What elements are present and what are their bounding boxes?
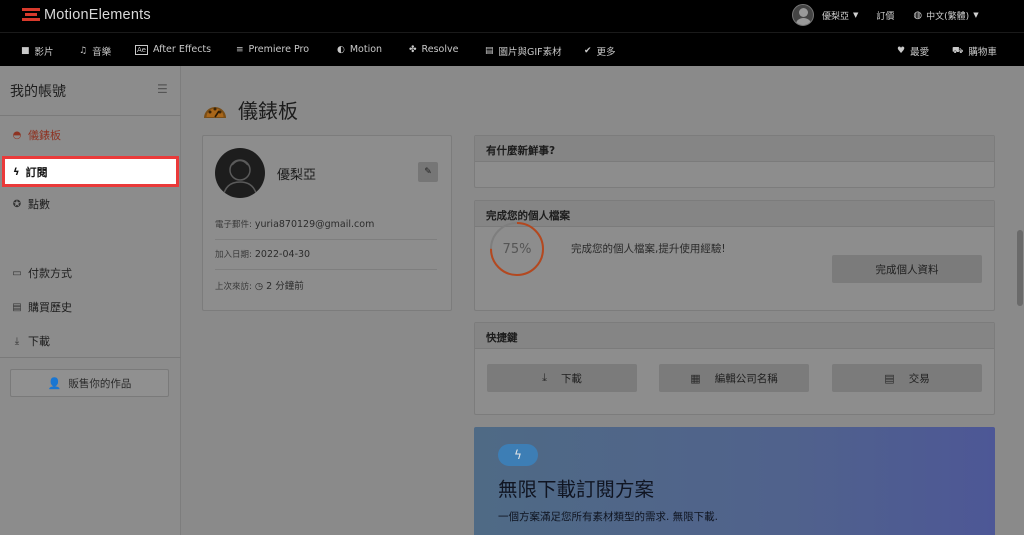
subscription-promo-banner[interactable]: ϟ 無限下載訂閱方案 一個方案滿足您所有素材類型的需求. 無限下載.: [474, 427, 995, 535]
sell-your-work-button[interactable]: 👤 販售你的作品: [10, 369, 169, 397]
sidebar-item-payment[interactable]: ▭ 付款方式: [10, 265, 72, 281]
nav-cart[interactable]: ⛟ 購物車: [952, 44, 997, 59]
user-icon: 👤: [47, 376, 62, 390]
receipt-icon: ▤: [884, 371, 895, 385]
card-title: 有什麼新鮮事?: [475, 136, 994, 162]
card-title: 完成您的個人檔案: [475, 201, 994, 227]
top-bar: MotionElements 優梨亞 ▼ 訂價 ◍ 中文(繁體) ▼: [0, 0, 1024, 32]
sidebar-item-purchase-history[interactable]: ▤ 購買歷史: [10, 299, 72, 315]
music-icon: ♫: [79, 46, 88, 56]
subscribe-link[interactable]: 訂價: [876, 9, 894, 22]
category-nav: ■ 影片 ♫ 音樂 Ae After Effects ≡ Premiere Pro ◐ M…: [0, 32, 1024, 66]
profile-last-visit-row: 上次來訪: ◷ 2 分鐘前: [215, 281, 304, 292]
star-icon: ✪: [12, 198, 22, 210]
credit-card-icon: ▭: [12, 267, 22, 279]
promo-title: 無限下載訂閱方案: [498, 478, 655, 501]
profile-joined-date: 2022-04-30: [254, 249, 311, 260]
nav-premiere-pro[interactable]: ≡ Premiere Pro: [236, 44, 309, 55]
logo-icon: [22, 8, 40, 22]
shortcuts-card: 快捷鍵 ⤓ 下載 ▦ 編輯公司名稱 ▤ 交易: [474, 322, 995, 415]
dashboard-icon: ◓: [12, 129, 22, 141]
lightning-icon: ϟ: [498, 444, 538, 466]
promo-subtitle: 一個方案滿足您所有素材類型的需求. 無限下載.: [498, 511, 719, 523]
motion-icon: ◐: [337, 44, 345, 55]
shortcut-transactions-button[interactable]: ▤ 交易: [832, 364, 982, 392]
receipt-icon: ▤: [12, 301, 22, 313]
page-header: 儀錶板: [202, 95, 298, 124]
sidebar-title: 我的帳號: [10, 84, 66, 100]
resolve-icon: ✤: [409, 44, 417, 55]
profile-joined-row: 加入日期: 2022-04-30: [215, 249, 311, 260]
divider: [215, 269, 437, 270]
divider: [0, 115, 181, 116]
nav-more[interactable]: ✔ 更多: [584, 44, 616, 58]
pencil-icon: ✎: [424, 167, 432, 177]
dashboard-gauge-icon: [202, 99, 228, 121]
building-icon: ▦: [690, 371, 701, 385]
divider: [215, 239, 437, 240]
card-title: 快捷鍵: [475, 323, 994, 349]
edit-profile-button[interactable]: ✎: [418, 162, 438, 182]
more-icon: ✔: [584, 46, 592, 56]
divider: [0, 357, 181, 358]
image-icon: ▤: [485, 46, 494, 56]
nav-favorites[interactable]: ♥ 最愛: [897, 44, 929, 58]
globe-icon: ◍: [913, 9, 923, 21]
clock-icon: ◷: [254, 281, 264, 292]
complete-profile-card: 完成您的個人檔案 75% 完成您的個人檔案,提升使用經驗! 完成個人資料: [474, 200, 995, 311]
account-sidebar: 我的帳號 ☰ ◓儀錶板 ⚙設定 ✪點數 ▭付款方式 ▤購買歷史 ⤓下載 👤販售你…: [0, 66, 181, 535]
video-icon: ■: [21, 46, 30, 56]
profile-email-row: 電子郵件: yuria870129@gmail.com: [215, 219, 375, 230]
nav-after-effects[interactable]: Ae After Effects: [135, 44, 211, 55]
profile-email: yuria870129@gmail.com: [254, 219, 375, 230]
download-icon: ⤓: [14, 335, 20, 347]
nav-resolve[interactable]: ✤ Resolve: [409, 44, 458, 55]
profile-name: 優梨亞: [277, 168, 317, 183]
avatar: [215, 148, 265, 198]
page-title: 儀錶板: [238, 99, 298, 123]
language-selector[interactable]: 中文(繁體): [926, 9, 969, 22]
sidebar-item-downloads[interactable]: ⤓ 下載: [10, 333, 50, 349]
premiere-icon: ≡: [236, 44, 244, 55]
lightning-icon: ϟ: [13, 166, 20, 178]
profile-card: 優梨亞 ✎ 電子郵件: yuria870129@gmail.com 加入日期: 20…: [202, 135, 452, 311]
avatar[interactable]: [792, 4, 814, 26]
sidebar-item-points[interactable]: ✪ 點數: [10, 196, 50, 212]
complete-profile-button[interactable]: 完成個人資料: [832, 255, 982, 283]
shortcut-edit-company-button[interactable]: ▦ 編輯公司名稱: [659, 364, 809, 392]
chevron-down-icon: ▼: [853, 11, 859, 19]
heart-icon: ♥: [897, 46, 906, 56]
chevron-down-icon: ▼: [973, 11, 979, 19]
download-icon: ⤓: [542, 371, 547, 384]
after-effects-icon: Ae: [135, 44, 148, 55]
nav-images-gif[interactable]: ▤ 圖片與GIF素材: [485, 44, 562, 58]
user-menu[interactable]: 優梨亞 ▼ 訂價 ◍ 中文(繁體) ▼: [792, 4, 979, 26]
complete-profile-text: 完成您的個人檔案,提升使用經驗!: [571, 243, 726, 255]
sidebar-item-dashboard[interactable]: ◓ 儀錶板: [10, 127, 61, 143]
shortcut-download-button[interactable]: ⤓ 下載: [487, 364, 637, 392]
page-scrollbar[interactable]: [1017, 230, 1023, 306]
nav-video[interactable]: ■ 影片: [21, 44, 54, 58]
nav-motion[interactable]: ◐ Motion: [337, 44, 382, 55]
profile-progress-percent: 75%: [502, 241, 532, 257]
sidebar-item-subscription[interactable]: ϟ 訂閱: [2, 156, 179, 187]
username[interactable]: 優梨亞: [822, 9, 849, 22]
nav-music[interactable]: ♫ 音樂: [79, 44, 111, 58]
whats-new-card: 有什麼新鮮事?: [474, 135, 995, 188]
hamburger-icon[interactable]: ☰: [157, 82, 168, 96]
brand-logo[interactable]: MotionElements: [22, 7, 151, 23]
brand-name: MotionElements: [44, 7, 151, 23]
profile-last-visit: 2 分鐘前: [266, 281, 304, 292]
cart-icon: ⛟: [952, 45, 964, 56]
